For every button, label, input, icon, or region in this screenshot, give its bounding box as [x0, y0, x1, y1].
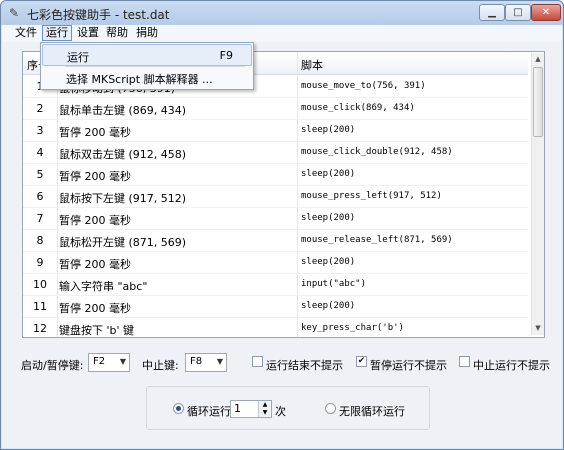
row-operation: 鼠标按下左键 (917, 512) [59, 192, 187, 205]
stop-key-label: 中止键: [142, 359, 179, 372]
row-index: 6 [36, 190, 44, 203]
table-row[interactable]: 7 暂停 200 毫秒 sleep(200) [23, 207, 528, 230]
chk-end-no-prompt[interactable] [252, 356, 263, 367]
row-index: 3 [36, 124, 44, 137]
table-row[interactable]: 5 暂停 200 毫秒 sleep(200) [23, 163, 528, 186]
row-script: mouse_click_double(912, 458) [301, 147, 453, 157]
table-row[interactable]: 2 鼠标单击左键 (869, 434) mouse_click(869, 434) [23, 97, 528, 120]
row-operation: 鼠标单击左键 (869, 434) [59, 104, 187, 117]
row-operation: 暂停 200 毫秒 [59, 170, 131, 183]
stepper-up-icon[interactable]: ▲ [258, 401, 271, 409]
minimize-icon: ▁ [488, 7, 496, 18]
window-title: 七彩色按键助手 - test.dat [27, 8, 170, 22]
radio-infinite-loop[interactable] [325, 403, 336, 414]
row-operation: 鼠标双击左键 (912, 458) [59, 148, 187, 161]
loop-count-value: 1 [234, 402, 241, 415]
minimize-button[interactable]: ▁ [479, 4, 505, 21]
row-script: mouse_move_to(756, 391) [301, 81, 426, 91]
table-row[interactable]: 10 输入字符串 "abc" input("abc") [23, 273, 528, 296]
row-script: sleep(200) [301, 213, 356, 223]
menu-file[interactable]: 文件 [12, 26, 40, 40]
row-index: 4 [36, 146, 44, 159]
table-row[interactable]: 3 暂停 200 毫秒 sleep(200) [23, 119, 528, 142]
table-row[interactable]: 11 暂停 200 毫秒 sleep(200) [23, 295, 528, 318]
menu-item-select-interpreter-label: 选择 MKScript 脚本解释器 ... [66, 73, 213, 86]
row-operation: 暂停 200 毫秒 [59, 214, 131, 227]
row-index: 9 [36, 256, 44, 269]
row-index: 5 [36, 168, 44, 181]
row-index: 11 [33, 300, 47, 313]
row-script: mouse_release_left(871, 569) [301, 235, 453, 245]
radio-infinite-loop-label[interactable]: 无限循环运行 [339, 403, 405, 419]
times-label: 次 [275, 405, 286, 418]
menu-item-run[interactable]: 运行 F9 [42, 44, 252, 66]
chk-abort-no-prompt-label[interactable]: 中止运行不提示 [473, 357, 550, 373]
start-stop-key-select[interactable]: F2 ▼ [88, 353, 130, 372]
vertical-scrollbar[interactable]: ▲ ▼ [531, 53, 544, 335]
stop-key-value: F8 [190, 356, 203, 367]
table-row[interactable]: 8 鼠标松开左键 (871, 569) mouse_release_left(871… [23, 229, 528, 252]
row-script: input("abc") [301, 279, 367, 289]
row-index: 7 [36, 212, 44, 225]
row-index: 10 [33, 278, 47, 291]
pin-icon: ✎ [9, 6, 20, 20]
row-operation: 暂停 200 毫秒 [59, 258, 131, 271]
run-menu-dropdown: 运行 F9 选择 MKScript 脚本解释器 ... [40, 42, 254, 90]
row-operation: 输入字符串 "abc" [59, 280, 148, 293]
row-index: 8 [36, 234, 44, 247]
row-operation: 暂停 200 毫秒 [59, 126, 131, 139]
menu-bar: 文件 运行 设置 帮助 捐助 [2, 25, 562, 42]
stepper-down-icon[interactable]: ▼ [258, 409, 271, 417]
row-script: sleep(200) [301, 125, 356, 135]
menu-item-run-label: 运行 [67, 51, 89, 64]
radio-loop-run[interactable] [173, 403, 184, 414]
header-script[interactable]: 脚本 [301, 57, 323, 73]
row-index: 12 [33, 322, 47, 335]
menu-run[interactable]: 运行 [42, 25, 72, 41]
start-stop-key-label: 启动/暂停键: [21, 359, 84, 372]
row-script: sleep(200) [301, 169, 356, 179]
row-index: 2 [36, 102, 44, 115]
chk-pause-no-prompt-label[interactable]: 暂停运行不提示 [370, 357, 447, 373]
chevron-down-icon: ▼ [216, 357, 223, 366]
chevron-down-icon: ▼ [119, 357, 126, 366]
row-script: key_press_char('b') [301, 323, 404, 333]
row-operation: 暂停 200 毫秒 [59, 302, 131, 315]
menu-item-select-interpreter[interactable]: 选择 MKScript 脚本解释器 ... [42, 67, 250, 87]
start-stop-key-value: F2 [93, 356, 106, 367]
menu-donate[interactable]: 捐助 [133, 26, 161, 40]
table-row[interactable]: 6 鼠标按下左键 (917, 512) mouse_press_left(917, … [23, 185, 528, 208]
loop-count-stepper[interactable]: 1 ▲ ▼ [230, 400, 272, 418]
close-button[interactable]: ✕ [531, 4, 561, 21]
app-window: ✎ 七彩色按键助手 - test.dat ▁ □ ✕ 文件 运行 设置 帮助 捐… [0, 0, 564, 450]
row-operation: 键盘按下 'b' 键 [59, 324, 135, 337]
table-row[interactable]: 9 暂停 200 毫秒 sleep(200) [23, 251, 528, 274]
maximize-icon: □ [513, 7, 523, 18]
menu-settings[interactable]: 设置 [74, 26, 102, 40]
chk-abort-no-prompt[interactable] [459, 356, 470, 367]
scroll-up-arrow-icon[interactable]: ▲ [532, 53, 544, 66]
menu-help[interactable]: 帮助 [103, 26, 131, 40]
stop-key-select[interactable]: F8 ▼ [185, 353, 227, 372]
row-script: mouse_press_left(917, 512) [301, 191, 442, 201]
close-icon: ✕ [541, 7, 551, 18]
checkmark-icon: ✔ [357, 356, 366, 366]
maximize-button[interactable]: □ [505, 4, 531, 21]
row-script: sleep(200) [301, 301, 356, 311]
radio-loop-run-label[interactable]: 循环运行 [187, 403, 231, 419]
table-row[interactable]: 12 键盘按下 'b' 键 key_press_char('b') [23, 317, 528, 337]
chk-end-no-prompt-label[interactable]: 运行结束不提示 [266, 357, 343, 373]
row-operation: 鼠标松开左键 (871, 569) [59, 236, 187, 249]
scroll-thumb[interactable] [533, 67, 543, 137]
chk-pause-no-prompt[interactable]: ✔ [356, 356, 367, 367]
row-script: mouse_click(869, 434) [301, 103, 415, 113]
row-script: sleep(200) [301, 257, 356, 267]
script-table: 序号 操作 脚本 1鼠标移动到 (756, 391)mouse_move_to(… [22, 51, 545, 338]
title-bar: ✎ 七彩色按键助手 - test.dat ▁ □ ✕ [1, 1, 563, 25]
scroll-down-arrow-icon[interactable]: ▼ [532, 322, 544, 335]
table-row[interactable]: 4 鼠标双击左键 (912, 458) mouse_click_double(912… [23, 141, 528, 164]
menu-item-run-shortcut: F9 [219, 49, 233, 62]
